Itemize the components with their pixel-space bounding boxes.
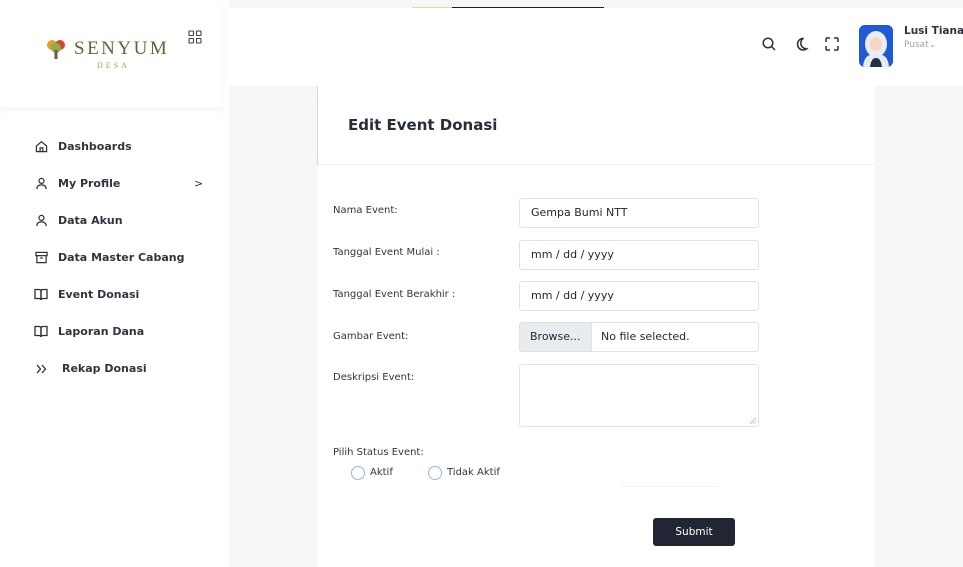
browse-button[interactable]: Browse... <box>520 323 592 351</box>
book-open-icon <box>34 288 48 302</box>
divider <box>621 486 719 487</box>
radio-aktif-label: Aktif <box>370 467 393 478</box>
grid-menu-icon[interactable] <box>188 30 202 44</box>
card-header-accent <box>317 86 318 165</box>
nama-event-input[interactable]: Gempa Bumi NTT <box>519 198 759 228</box>
chevron-right-icon: > <box>194 177 204 190</box>
gambar-event-label: Gambar Event: <box>333 331 409 342</box>
double-chevron-right-icon <box>34 362 48 376</box>
user-icon <box>34 214 48 228</box>
radio-aktif[interactable] <box>351 466 365 480</box>
nama-event-label: Nama Event: <box>333 205 398 216</box>
sidebar-item-data-akun[interactable]: Data Akun <box>0 202 229 239</box>
radio-tidak-aktif[interactable] <box>428 466 442 480</box>
sidebar-item-label: Event Donasi <box>58 288 140 301</box>
status-event-label: Pilih Status Event: <box>333 447 424 458</box>
sidebar-item-label: Rekap Donasi <box>62 362 147 375</box>
sidebar-item-data-master-cabang[interactable]: Data Master Cabang <box>0 239 229 276</box>
sidebar-item-label: My Profile <box>58 177 121 190</box>
deskripsi-event-label: Deskripsi Event: <box>333 372 415 383</box>
brand-name: SENYUM <box>74 38 170 59</box>
radio-tidak-aktif-label: Tidak Aktif <box>447 467 500 478</box>
sidebar-item-laporan-dana[interactable]: Laporan Dana <box>0 313 229 350</box>
brand-area: SENYUM DESA <box>0 0 223 107</box>
fullscreen-icon[interactable] <box>824 36 840 52</box>
user-name: Lusi Tiana <box>904 25 963 37</box>
gambar-event-file-input[interactable]: Browse... No file selected. <box>519 322 759 352</box>
search-icon[interactable] <box>761 36 777 52</box>
tanggal-mulai-label: Tanggal Event Mulai : <box>333 247 440 258</box>
sidebar-item-label: Data Master Cabang <box>58 251 185 264</box>
sidebar-item-label: Data Akun <box>58 214 123 227</box>
tanggal-berakhir-input[interactable]: mm / dd / yyyy <box>519 281 759 311</box>
sidebar-item-label: Laporan Dana <box>58 325 145 338</box>
sidebar-item-my-profile[interactable]: My Profile > <box>0 165 229 202</box>
sidebar-item-dashboards[interactable]: Dashboards <box>0 128 229 165</box>
user-role-label: Pusat <box>904 40 929 50</box>
deskripsi-event-textarea[interactable] <box>519 364 759 427</box>
user-role-dropdown[interactable]: Pusat⌄ <box>904 40 936 50</box>
sidebar-item-event-donasi[interactable]: Event Donasi <box>0 276 229 313</box>
resize-handle-icon[interactable] <box>750 418 756 424</box>
sidebar-nav: Dashboards My Profile > Data Akun Data M… <box>0 128 229 387</box>
archive-icon <box>34 251 48 265</box>
submit-button[interactable]: Submit <box>653 518 735 546</box>
page-title: Edit Event Donasi <box>348 116 498 134</box>
brand-tagline: DESA <box>97 61 130 70</box>
file-status: No file selected. <box>601 330 690 343</box>
sidebar: SENYUM DESA Dashboards My Profile > Data… <box>0 0 229 567</box>
book-open-icon <box>34 325 48 339</box>
logo-tree-icon <box>47 40 65 59</box>
moon-icon[interactable] <box>793 36 809 52</box>
home-icon <box>34 140 48 154</box>
tanggal-mulai-input[interactable]: mm / dd / yyyy <box>519 240 759 270</box>
user-icon <box>34 177 48 191</box>
avatar[interactable] <box>859 25 893 67</box>
sidebar-item-label: Dashboards <box>58 140 132 153</box>
chevron-down-icon: ⌄ <box>928 40 937 50</box>
card-header: Edit Event Donasi <box>317 86 875 165</box>
top-header <box>229 8 963 86</box>
sidebar-item-rekap-donasi[interactable]: Rekap Donasi <box>0 350 229 387</box>
tanggal-berakhir-label: Tanggal Event Berakhir : <box>333 289 456 300</box>
